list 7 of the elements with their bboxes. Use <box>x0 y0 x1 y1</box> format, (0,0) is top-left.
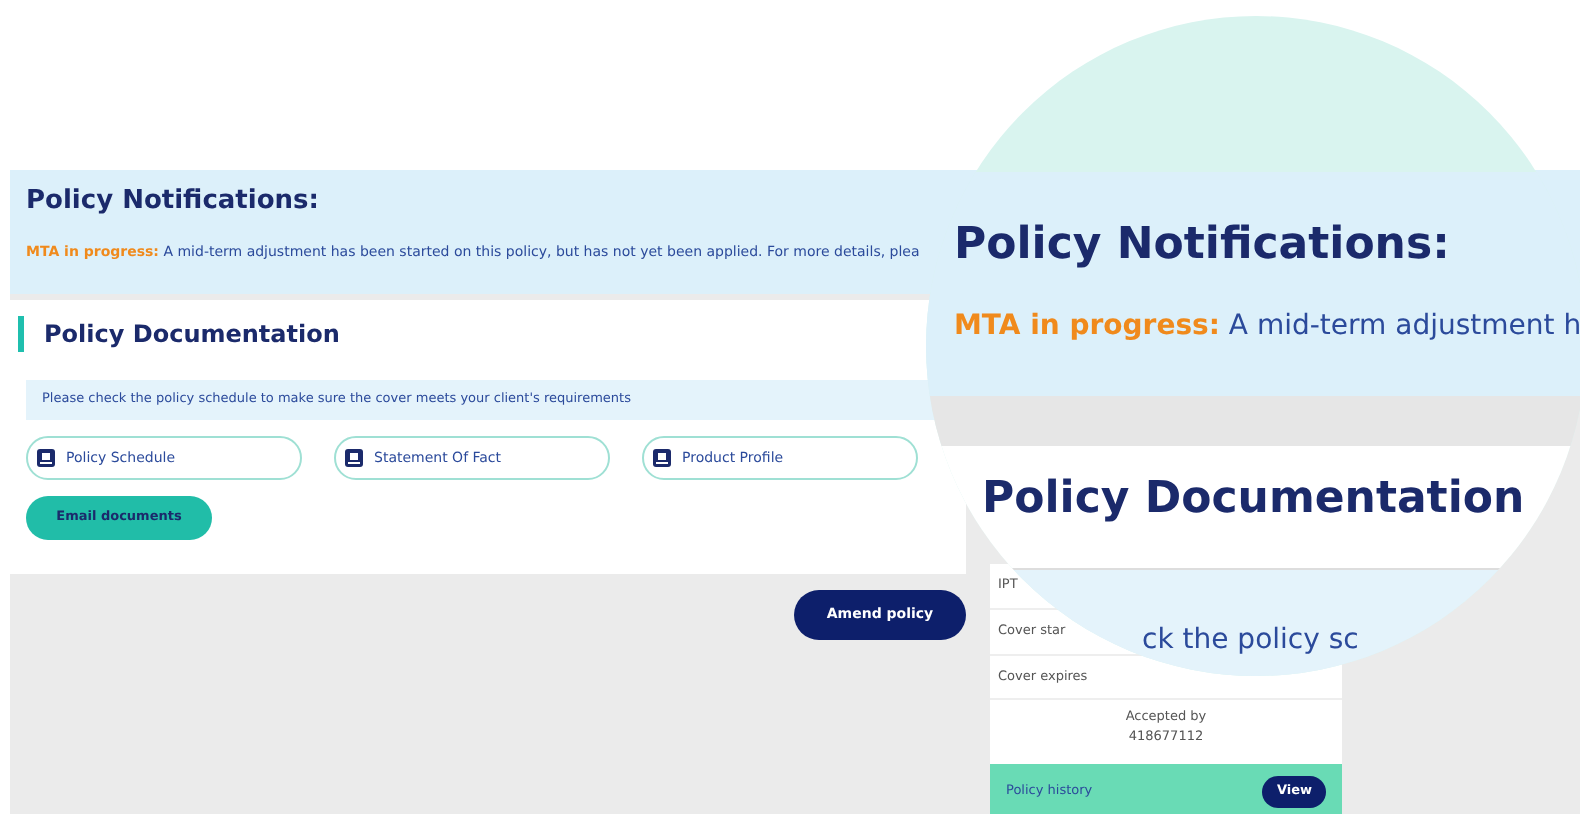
magnified-hint-text: ck the policy sc <box>1142 624 1359 656</box>
document-icon <box>344 447 364 468</box>
magnified-notifications-title: Policy Notifications: <box>954 218 1452 274</box>
magnified-documentation-title: Policy Documentation <box>982 472 1527 528</box>
notifications-title: Policy Notifications: <box>26 184 321 220</box>
document-icon <box>36 447 56 468</box>
document-icon <box>652 447 672 468</box>
